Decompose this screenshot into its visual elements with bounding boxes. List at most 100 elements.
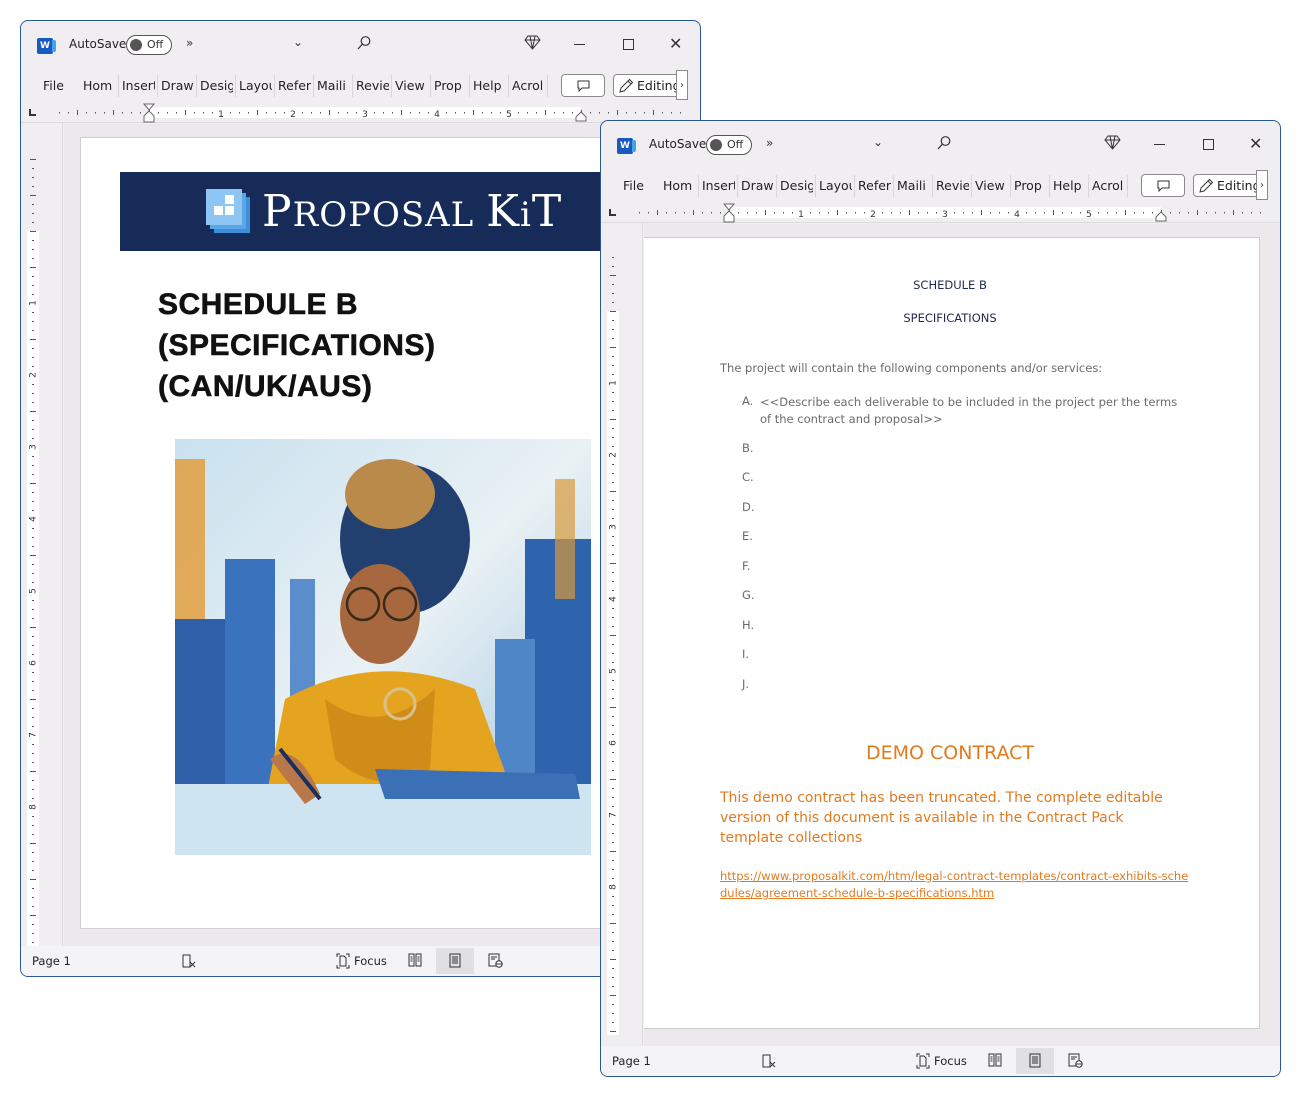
tab-review[interactable]: Revie (936, 178, 969, 193)
web-layout-icon[interactable] (488, 953, 503, 971)
tab-draw[interactable]: Draw (161, 78, 195, 93)
vruler-tick (32, 276, 34, 277)
tab-review[interactable]: Revie (356, 78, 389, 93)
tab-view[interactable]: View (975, 178, 1009, 193)
vruler-tick (32, 510, 34, 511)
close-icon[interactable]: ✕ (669, 35, 682, 53)
vruler-tick (612, 878, 614, 879)
ribbon-expand-button[interactable]: › (676, 70, 688, 100)
ribbon-expand-button[interactable]: › (1256, 170, 1268, 200)
vruler-tick (612, 689, 614, 690)
page-number[interactable]: Page 1 (612, 1054, 651, 1068)
horizontal-ruler[interactable]: 1 2 3 4 5 (21, 103, 700, 123)
document-page[interactable]: SCHEDULE B SPECIFICATIONS The project wi… (644, 237, 1260, 1029)
focus-label[interactable]: Focus (934, 1054, 967, 1068)
ruler-tick (954, 212, 955, 214)
ruler-tick (1242, 212, 1243, 214)
vruler-tick (32, 393, 34, 394)
accessibility-icon[interactable] (181, 953, 197, 972)
focus-mode-icon[interactable] (336, 953, 350, 972)
tab-file[interactable]: File (623, 178, 644, 193)
vruler-number: 7 (609, 812, 619, 818)
document-canvas[interactable]: SCHEDULE B SPECIFICATIONS The project wi… (644, 224, 1280, 1046)
tab-view[interactable]: View (395, 78, 429, 93)
maximize-icon[interactable] (1203, 139, 1214, 150)
tab-home[interactable]: Hom (83, 78, 116, 93)
vruler-tick (32, 870, 34, 871)
print-layout-icon[interactable] (449, 953, 461, 971)
tab-design[interactable]: Desig (200, 78, 233, 93)
word-icon[interactable]: W (617, 138, 636, 154)
tab-design[interactable]: Desig (780, 178, 813, 193)
print-layout-icon[interactable] (1029, 1053, 1041, 1071)
ruler-tick (648, 212, 649, 214)
vruler-tick (30, 915, 36, 916)
ruler-tick (410, 112, 411, 114)
tab-references[interactable]: Refer (278, 78, 311, 93)
focus-mode-icon[interactable] (916, 1053, 930, 1072)
tab-stop-selector[interactable] (609, 209, 616, 216)
close-icon[interactable]: ✕ (1249, 135, 1262, 153)
vertical-ruler[interactable]: 1 2 3 4 5 6 7 8 (21, 123, 63, 955)
read-mode-icon[interactable] (988, 1053, 1002, 1070)
tab-help[interactable]: Help (473, 78, 506, 93)
comment-icon (1157, 180, 1169, 192)
comments-button[interactable] (1141, 174, 1185, 197)
brand-letter: P (262, 186, 293, 237)
autosave-toggle[interactable]: Off (126, 35, 172, 55)
vruler-tick (30, 267, 36, 268)
focus-label[interactable]: Focus (354, 954, 387, 968)
read-mode-icon[interactable] (408, 953, 422, 970)
chevron-down-icon[interactable]: ⌄ (873, 135, 883, 149)
accessibility-icon[interactable] (761, 1053, 777, 1072)
pencil-icon (1199, 178, 1214, 193)
list-marker: F. (742, 559, 751, 573)
more-commands-icon[interactable]: » (766, 136, 773, 150)
maximize-icon[interactable] (623, 39, 634, 50)
tab-home[interactable]: Hom (663, 178, 696, 193)
tab-mailings[interactable]: Maili (317, 78, 350, 93)
tab-references[interactable]: Refer (858, 178, 891, 193)
tab-acrobat[interactable]: Acrol (512, 78, 545, 93)
specifications-heading: SPECIFICATIONS (903, 311, 997, 325)
more-commands-icon[interactable]: » (186, 36, 193, 50)
vertical-ruler[interactable]: 1 2 3 4 5 6 7 8 (601, 223, 643, 1046)
tab-mailings[interactable]: Maili (897, 178, 930, 193)
word-icon[interactable]: W (37, 38, 56, 54)
tab-separator (391, 75, 392, 97)
page-number[interactable]: Page 1 (32, 954, 71, 968)
ruler-tick (167, 112, 168, 114)
tab-properties[interactable]: Prop (1014, 178, 1047, 193)
diamond-icon[interactable] (1104, 135, 1121, 153)
vruler-tick (32, 897, 34, 898)
vruler-tick (610, 563, 616, 564)
horizontal-ruler[interactable]: 1 2 3 4 5 (601, 203, 1280, 223)
vruler-tick (612, 680, 614, 681)
autosave-toggle[interactable]: Off (706, 135, 752, 155)
tab-stop-selector[interactable] (29, 109, 36, 116)
ruler-tick (1044, 212, 1045, 214)
tab-help[interactable]: Help (1053, 178, 1086, 193)
tab-layout[interactable]: Layou (819, 178, 852, 193)
tab-file[interactable]: File (43, 78, 64, 93)
search-icon[interactable] (936, 135, 952, 154)
search-icon[interactable] (356, 35, 372, 54)
schedule-heading: SCHEDULE B (913, 278, 987, 292)
ruler-tick (617, 110, 618, 115)
web-layout-icon[interactable] (1068, 1053, 1083, 1071)
contract-pack-link[interactable]: https://www.proposalkit.com/htm/legal-co… (720, 868, 1190, 902)
chevron-down-icon[interactable]: ⌄ (293, 35, 303, 49)
vruler-tick (612, 1004, 614, 1005)
tab-draw[interactable]: Draw (741, 178, 775, 193)
tab-layout[interactable]: Layou (239, 78, 272, 93)
minimize-icon[interactable] (1154, 144, 1165, 145)
diamond-icon[interactable] (524, 35, 541, 53)
tab-insert[interactable]: Insert (122, 78, 155, 93)
tab-properties[interactable]: Prop (434, 78, 467, 93)
comments-button[interactable] (561, 74, 605, 97)
tab-insert[interactable]: Insert (702, 178, 735, 193)
minimize-icon[interactable] (574, 44, 585, 45)
tab-acrobat[interactable]: Acrol (1092, 178, 1125, 193)
vruler-tick (612, 581, 614, 582)
cover-title: SCHEDULE B (SPECIFICATIONS) (CAN/UK/AUS) (158, 284, 436, 407)
